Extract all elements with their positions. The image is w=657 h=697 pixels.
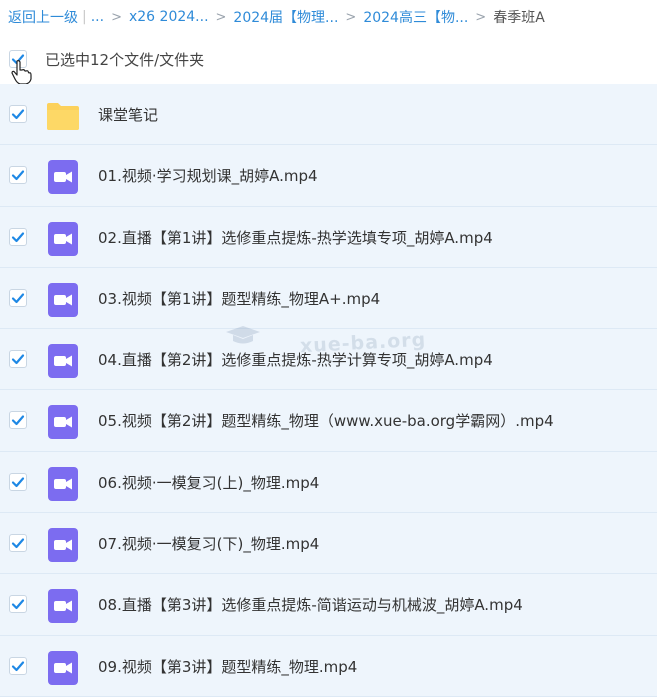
video-icon [46, 282, 80, 317]
back-link[interactable]: 返回上一级 [8, 7, 78, 27]
checkmark-icon [11, 293, 25, 303]
file-checkbox[interactable] [9, 166, 27, 185]
file-row[interactable]: 03.视频【第1讲】题型精练_物理A+.mp4 [0, 267, 657, 330]
checkmark-icon [11, 109, 25, 120]
file-checkbox[interactable] [9, 288, 27, 307]
breadcrumb-item-1[interactable]: x26 2024... [129, 9, 209, 25]
checkmark-icon [11, 354, 25, 365]
file-name[interactable]: 课堂笔记 [98, 104, 158, 125]
video-icon [46, 221, 80, 256]
video-icon [46, 466, 80, 501]
file-name[interactable]: 07.视频·一模复习(下)_物理.mp4 [98, 533, 319, 554]
file-row[interactable]: 07.视频·一模复习(下)_物理.mp4 [0, 513, 657, 575]
checkmark-icon [11, 231, 25, 242]
file-name[interactable]: 08.直播【第3讲】选修重点提炼-简谐运动与机械波_胡婷A.mp4 [98, 594, 523, 615]
breadcrumb-current: 春季班A [493, 10, 545, 26]
file-row[interactable]: 05.视频【第2讲】题型精练_物理（www.xue-ba.org学霸网）.mp4 [0, 390, 657, 452]
checkmark-icon [11, 661, 25, 671]
file-list: 课堂笔记 01.视频·学习规划课_胡婷A.mp4 02.直播【第1讲】选修重点提炼-… [0, 84, 657, 697]
breadcrumb-item-2[interactable]: 2024届【物理... [233, 7, 338, 27]
file-name[interactable]: 01.视频·学习规划课_胡婷A.mp4 [98, 165, 318, 186]
checkmark-icon [11, 477, 25, 487]
file-name[interactable]: 06.视频·一模复习(上)_物理.mp4 [98, 472, 319, 493]
chevron-right-icon: > [475, 9, 487, 25]
chevron-right-icon: > [111, 9, 122, 25]
file-row[interactable]: 02.直播【第1讲】选修重点提炼-热学选填专项_胡婷A.mp4 [0, 206, 657, 268]
file-checkbox[interactable] [9, 105, 27, 123]
folder-icon [46, 99, 80, 133]
chevron-right-icon: > [345, 9, 357, 25]
file-name[interactable]: 03.视频【第1讲】题型精练_物理A+.mp4 [98, 288, 380, 309]
file-row[interactable]: 04.直播【第2讲】选修重点提炼-热学计算专项_胡婷A.mp4 [0, 329, 657, 391]
chevron-right-icon: > [215, 9, 227, 25]
video-icon [46, 650, 80, 685]
breadcrumb-item-3[interactable]: 2024高三【物... [363, 7, 468, 27]
file-row[interactable]: 01.视频·学习规划课_胡婷A.mp4 [0, 145, 657, 207]
checkmark-icon [11, 170, 25, 181]
file-checkbox[interactable] [9, 411, 27, 430]
checkmark-icon [11, 538, 25, 549]
file-row[interactable]: 06.视频·一模复习(上)_物理.mp4 [0, 451, 657, 514]
file-name[interactable]: 04.直播【第2讲】选修重点提炼-热学计算专项_胡婷A.mp4 [98, 349, 493, 370]
selection-count: 已选中12个文件/文件夹 [45, 51, 205, 69]
file-row[interactable]: 09.视频【第3讲】题型精练_物理.mp4 [0, 635, 657, 697]
video-icon [46, 405, 80, 440]
file-checkbox[interactable] [9, 472, 27, 491]
video-icon [46, 344, 80, 379]
selection-bar: 已选中12个文件/文件夹 [0, 34, 657, 85]
file-checkbox[interactable] [9, 350, 27, 369]
breadcrumb: 返回上一级 | ... > x26 2024... > 2024届【物理... … [0, 0, 657, 34]
file-name[interactable]: 02.直播【第1讲】选修重点提炼-热学选填专项_胡婷A.mp4 [98, 227, 493, 248]
hand-cursor-icon [11, 60, 32, 85]
file-row[interactable]: 08.直播【第3讲】选修重点提炼-简谐运动与机械波_胡婷A.mp4 [0, 574, 657, 636]
file-row[interactable]: 课堂笔记 [0, 84, 657, 146]
checkmark-icon [11, 599, 25, 610]
file-checkbox[interactable] [9, 534, 27, 553]
file-name[interactable]: 05.视频【第2讲】题型精练_物理（www.xue-ba.org学霸网）.mp4 [98, 410, 554, 431]
file-checkbox[interactable] [9, 595, 27, 614]
file-checkbox[interactable] [9, 227, 27, 246]
file-name[interactable]: 09.视频【第3讲】题型精练_物理.mp4 [98, 656, 357, 677]
breadcrumb-divider: | [82, 9, 87, 25]
graduation-cap-icon [226, 326, 260, 344]
video-icon [46, 528, 80, 563]
breadcrumb-ellipsis[interactable]: ... [91, 9, 104, 25]
checkmark-icon [11, 415, 25, 426]
video-icon [46, 160, 80, 195]
file-checkbox[interactable] [9, 656, 27, 675]
video-icon [46, 589, 80, 624]
